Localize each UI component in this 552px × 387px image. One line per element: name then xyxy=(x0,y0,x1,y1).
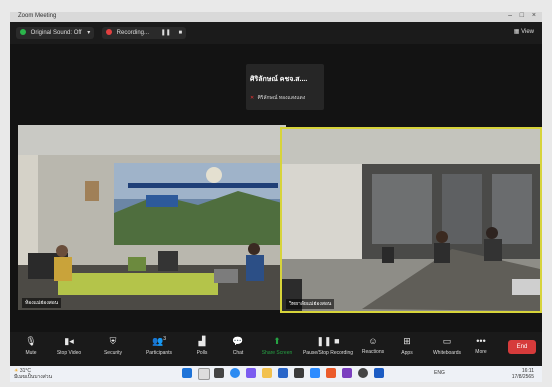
conference-room-video-1 xyxy=(18,125,286,310)
view-grid-icon: ▦ xyxy=(513,29,520,35)
app-icon[interactable] xyxy=(294,368,304,378)
file-explorer-icon[interactable] xyxy=(262,368,272,378)
minimize-icon[interactable]: – xyxy=(508,12,512,19)
stop-icon[interactable]: ■ xyxy=(178,30,182,36)
more-dots-icon: ••• xyxy=(476,336,486,346)
original-sound-button[interactable]: Original Sound: Off ▾ xyxy=(16,27,95,39)
record-icon xyxy=(106,29,112,36)
shield-icon: ⛨ xyxy=(109,336,117,346)
weather-desc: มีเมฆเป็นบางส่วน xyxy=(14,374,53,380)
word-icon[interactable] xyxy=(374,368,384,378)
participants-count: 3 xyxy=(163,336,166,342)
app-icon-3[interactable] xyxy=(342,368,352,378)
speaker-display-name: ศิริลักษณ์ คชจ.ส.... xyxy=(250,76,308,83)
pause-recording-label: Pause/Stop Recording xyxy=(302,350,354,356)
task-view-icon[interactable] xyxy=(214,368,224,378)
participants-label: Participants xyxy=(145,350,173,356)
security-button[interactable]: ⛨ Security xyxy=(88,336,138,356)
zoom-icon[interactable] xyxy=(310,368,320,378)
window-title: Zoom Meeting xyxy=(18,13,57,19)
muted-mic-icon: ✕ xyxy=(250,95,255,101)
language-indicator[interactable]: ENG xyxy=(434,370,445,376)
title-bar: Zoom Meeting – □ × xyxy=(10,12,542,22)
participant-2-name: วิทยาลัยแม่ฮ่องสอน xyxy=(286,299,335,309)
zoom-window: Zoom Meeting – □ × Original Sound: Off ▾… xyxy=(10,12,542,382)
share-screen-button[interactable]: ⬆ Share Screen xyxy=(252,336,302,356)
chat-app-icon[interactable] xyxy=(246,368,256,378)
chevron-down-icon: ▾ xyxy=(87,30,91,36)
app-icon-2[interactable] xyxy=(326,368,336,378)
system-clock[interactable]: 16:11 17/8/2565 xyxy=(512,368,534,380)
active-speaker-tile[interactable]: ศิริลักษณ์ คชจ.ส.... ✕ ศิริลักษณ์ ทองแสง… xyxy=(246,64,324,110)
more-button[interactable]: ••• More xyxy=(456,336,506,355)
share-screen-icon: ⬆ xyxy=(273,336,281,346)
participant-1-name: ห้องแม่ฮ่องสอน xyxy=(22,298,62,308)
windows-taskbar: ☀ 31°C มีเมฆเป็นบางส่วน ENG 16:11 17/8/2… xyxy=(10,366,542,382)
start-icon[interactable] xyxy=(182,368,192,378)
edge-icon[interactable] xyxy=(230,368,240,378)
share-screen-label: Share Screen xyxy=(261,350,293,356)
view-label: View xyxy=(521,29,534,35)
participant-video-2[interactable]: วิทยาลัยแม่ฮ่องสอน xyxy=(280,127,542,313)
pause-icon[interactable]: ❚❚ xyxy=(161,30,171,36)
store-icon[interactable] xyxy=(278,368,288,378)
speaker-subname-label: ศิริลักษณ์ ทองแสงแดง xyxy=(257,95,306,101)
weather-widget[interactable]: ☀ 31°C มีเมฆเป็นบางส่วน xyxy=(14,368,52,380)
security-label: Security xyxy=(103,350,123,356)
original-sound-label: Original Sound: Off xyxy=(30,30,82,36)
end-meeting-button[interactable]: End xyxy=(508,340,536,354)
mute-label: Mute xyxy=(25,350,37,356)
stop-video-label: Stop Video xyxy=(56,350,82,356)
chat-label: Chat xyxy=(232,350,244,356)
close-icon[interactable]: × xyxy=(532,12,536,19)
app-icon-4[interactable] xyxy=(358,368,368,378)
search-icon[interactable] xyxy=(198,368,210,380)
recording-indicator[interactable]: Recording... ❚❚ ■ xyxy=(102,27,187,39)
shield-icon xyxy=(20,29,26,36)
clock-date: 17/8/2565 xyxy=(511,374,534,380)
meeting-controls: 🎙 Mute ▮◂ Stop Video ⛨ Security 👥3 Participa… xyxy=(10,332,542,366)
view-button[interactable]: ▦ View xyxy=(514,28,534,35)
reactions-label: Reactions xyxy=(361,349,385,355)
video-camera-icon: ▮◂ xyxy=(64,336,74,346)
participant-video-1[interactable]: ห้องแม่ฮ่องสอน xyxy=(18,125,286,310)
speaker-subname: ✕ ศิริลักษณ์ ทองแสงแดง xyxy=(250,94,305,102)
more-label: More xyxy=(475,349,487,355)
apps-label: Apps xyxy=(401,350,413,356)
conference-room-video-2 xyxy=(282,129,540,311)
recording-label: Recording... xyxy=(116,30,150,36)
maximize-icon[interactable]: □ xyxy=(520,12,524,19)
meeting-topbar: Original Sound: Off ▾ Recording... ❚❚ ■ … xyxy=(10,22,542,44)
stop-video-button[interactable]: ▮◂ Stop Video xyxy=(44,336,94,356)
polls-label: Polls xyxy=(196,350,208,356)
